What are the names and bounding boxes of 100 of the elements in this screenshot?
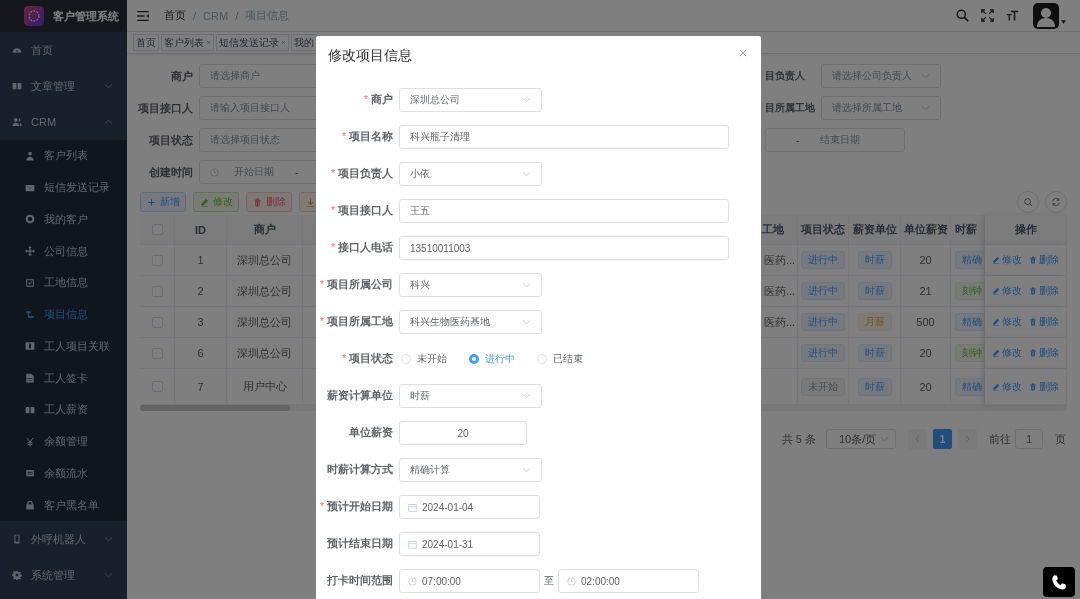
form-label: * 项目负责人 — [329, 167, 393, 181]
pay-unit-tag: 月薪 — [857, 313, 892, 331]
fullscreen-icon[interactable] — [981, 9, 994, 22]
select-field[interactable]: 精确计算 — [399, 458, 542, 482]
number-field[interactable]: 20 — [399, 421, 527, 445]
submenu-item[interactable]: 余额流水 — [0, 457, 127, 490]
avatar[interactable] — [1033, 2, 1059, 29]
select-field[interactable]: 科兴 — [399, 273, 542, 297]
previous-page-button[interactable] — [908, 429, 927, 449]
delete-link[interactable]: 删除 — [1029, 346, 1059, 360]
column-header: ID — [175, 215, 227, 245]
scrollbar-thumb[interactable] — [140, 405, 290, 411]
submenu-item[interactable]: 公司信息 — [0, 235, 127, 267]
submenu-item[interactable]: 客户列表 — [0, 140, 127, 172]
search-button[interactable] — [1017, 191, 1039, 213]
page-tab[interactable]: 首页 — [133, 34, 159, 51]
search-icon — [1023, 197, 1033, 207]
table-cell: 3 — [175, 307, 227, 338]
text-size-icon[interactable] — [1006, 9, 1019, 22]
radio-option[interactable]: 已结束 — [537, 352, 583, 366]
date-field[interactable]: 2024-01-31 — [399, 532, 540, 556]
submenu-item[interactable]: 工地信息 — [0, 267, 127, 299]
time-field[interactable]: 02:00:00 — [558, 569, 699, 593]
edit-link[interactable]: 修改 — [992, 253, 1022, 267]
table-cell: 2 — [175, 276, 227, 307]
dialog-title: 修改项目信息 — [328, 47, 412, 65]
delete-link[interactable]: 删除 — [1029, 379, 1059, 394]
toolbar-button[interactable]: 删除 — [246, 192, 292, 212]
phone-button[interactable] — [1043, 567, 1075, 597]
input-field[interactable]: 王五 — [399, 199, 729, 223]
delete-link[interactable]: 删除 — [1029, 315, 1059, 329]
page-input[interactable]: 1 — [1015, 429, 1043, 449]
menu-item[interactable]: 首页 — [0, 32, 127, 68]
edit-link[interactable]: 修改 — [992, 379, 1022, 394]
filter-label: 商户 — [170, 68, 193, 84]
menu-item[interactable]: CRM — [0, 104, 127, 140]
submenu-item[interactable]: 客户黑名单 — [0, 489, 127, 521]
page-tab[interactable]: 短信发送记录 — [216, 34, 289, 51]
tree-icon — [25, 309, 35, 320]
table-cell: 深圳总公司 — [227, 338, 303, 369]
close-icon[interactable] — [206, 40, 211, 45]
form-label: * 项目接口人 — [329, 204, 393, 218]
form-label: * 预计开始日期 — [318, 500, 393, 514]
pay-unit-tag: 时薪 — [857, 377, 892, 396]
phone-icon — [1050, 573, 1068, 591]
column-header: 商户 — [227, 215, 303, 245]
trash-icon — [1029, 318, 1037, 326]
delete-link[interactable]: 删除 — [1029, 284, 1059, 298]
submenu-item[interactable]: 项目信息 — [0, 298, 127, 331]
menu-icon[interactable] — [137, 10, 149, 21]
form-label: * 项目所属公司 — [318, 278, 393, 292]
submenu-item[interactable]: 短信发送记录 — [0, 171, 127, 204]
input-field[interactable]: 科兴瓶子清理 — [399, 125, 729, 149]
close-icon[interactable] — [739, 49, 747, 57]
submenu-item[interactable]: 工人薪资 — [0, 394, 127, 426]
input-field[interactable]: 13510011003 — [399, 236, 729, 260]
form-label: 单位薪资 — [348, 426, 393, 440]
form-label: 预计结束日期 — [326, 537, 393, 551]
form-label: * 商户 — [362, 93, 393, 107]
submenu-item[interactable]: 我的客户 — [0, 203, 127, 236]
edit-link[interactable]: 修改 — [992, 284, 1022, 298]
page-tab[interactable]: 客户列表 — [161, 34, 214, 51]
yen-icon — [25, 436, 35, 447]
page-size-select[interactable]: 10条/页 — [826, 429, 896, 449]
pencil-icon — [992, 256, 1000, 264]
table-cell: 500 — [901, 307, 951, 338]
form-label: * 项目名称 — [340, 130, 393, 144]
search-icon[interactable] — [956, 9, 969, 22]
edit-link[interactable]: 修改 — [992, 315, 1022, 329]
submenu-item[interactable]: 余额管理 — [0, 425, 127, 458]
toolbar-button[interactable]: 新增 — [140, 192, 186, 212]
toolbar-button[interactable]: 修改 — [193, 192, 239, 212]
select-field[interactable]: 深圳总公司 — [399, 88, 542, 112]
filter-label: 目所属工地 — [765, 101, 816, 115]
mobile-icon — [12, 534, 22, 544]
user-icon — [25, 150, 35, 161]
close-icon[interactable] — [281, 40, 286, 45]
next-page-button[interactable] — [958, 429, 977, 449]
caret-icon[interactable] — [1061, 19, 1066, 24]
radio-option[interactable]: 未开始 — [401, 352, 447, 366]
submenu-item[interactable]: 工人签卡 — [0, 362, 127, 394]
pencil-icon — [992, 349, 1000, 357]
page-button[interactable]: 1 — [933, 429, 952, 449]
menu-item[interactable]: 外呼机器人 — [0, 521, 127, 557]
select-field[interactable]: 小依 — [399, 162, 542, 186]
edit-link[interactable]: 修改 — [992, 346, 1022, 360]
filter-label: 创建时间 — [148, 164, 193, 180]
logo-icon — [24, 6, 44, 26]
filter-label: 项目接口人 — [137, 100, 193, 116]
breadcrumb-link[interactable]: 首页 — [164, 8, 186, 23]
delete-link[interactable]: 删除 — [1029, 253, 1059, 267]
refresh-button[interactable] — [1045, 191, 1067, 213]
pay-unit-tag: 时薪 — [857, 344, 892, 362]
document-icon — [25, 373, 35, 384]
radio-option[interactable]: 进行中 — [469, 352, 515, 366]
submenu-item[interactable]: 工人项目关联 — [0, 330, 127, 363]
select-field[interactable]: 时薪 — [399, 384, 542, 408]
select-field[interactable]: 科兴生物医药基地 — [399, 310, 542, 334]
date-field[interactable]: 2024-01-04 — [399, 495, 540, 519]
time-field[interactable]: 07:00:00 — [399, 569, 540, 593]
